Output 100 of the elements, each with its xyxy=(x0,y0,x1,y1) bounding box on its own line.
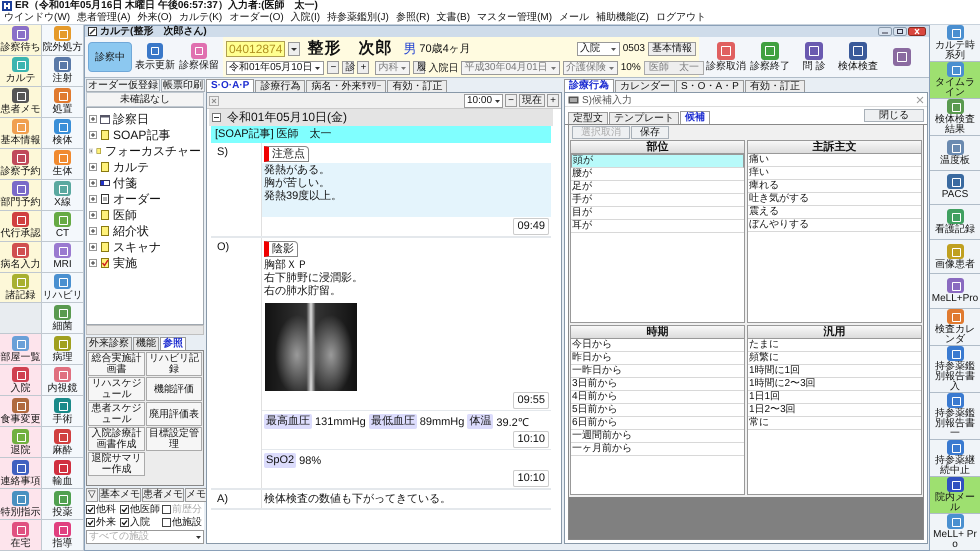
menu-item[interactable]: 患者管理(A) xyxy=(77,12,130,24)
list-item[interactable]: 一週間前から xyxy=(571,430,744,443)
expander-icon[interactable] xyxy=(89,258,97,266)
filter-checkbox[interactable]: 他医師 xyxy=(120,503,162,516)
launcher-button[interactable]: 診察待ち xyxy=(0,25,42,56)
list-item[interactable]: 足が xyxy=(571,181,744,194)
dialog-tab[interactable]: 候補 xyxy=(680,111,710,124)
view-tab[interactable]: カレンダー xyxy=(615,80,675,92)
close-button[interactable] xyxy=(908,27,926,36)
filter-checkbox[interactable]: 他科 xyxy=(86,503,120,516)
list-item[interactable]: 1日2〜3回 xyxy=(748,404,921,417)
shortcut-button[interactable]: 機能評価 xyxy=(146,377,202,401)
launcher-button[interactable]: 内視鏡 xyxy=(42,365,84,396)
view-tab[interactable]: S・O・A・P xyxy=(676,80,744,92)
list-item[interactable]: 頻繁に xyxy=(748,352,921,365)
list-item[interactable]: 震える xyxy=(748,206,921,219)
launcher-button[interactable]: X線 xyxy=(42,180,84,211)
launcher-button[interactable]: 病名入力 xyxy=(0,242,42,273)
expander-icon[interactable] xyxy=(89,146,94,154)
launcher-button[interactable]: MRI xyxy=(42,242,84,273)
expander-icon[interactable] xyxy=(89,226,97,234)
list-item[interactable]: 目が xyxy=(571,207,744,220)
launcher-button[interactable]: リハビリ xyxy=(42,272,84,304)
memo-tab[interactable]: 患者メモ xyxy=(142,488,184,502)
filter-checkbox[interactable]: 外来 xyxy=(86,516,120,529)
launcher-button[interactable]: 検体 xyxy=(42,118,84,149)
list-item[interactable]: ぼんやりする xyxy=(748,219,921,232)
expander-icon[interactable] xyxy=(89,130,97,138)
tree-item[interactable]: 付箋 xyxy=(113,176,137,190)
launcher-button[interactable]: 代行承認 xyxy=(0,210,42,242)
menu-item[interactable]: 持参薬鑑別(J) xyxy=(327,12,389,24)
toolbar-button[interactable]: 診察終了 xyxy=(749,41,791,73)
tree-item[interactable]: フォーカスチャー xyxy=(105,144,201,158)
list-item[interactable]: 一ヶ月前から xyxy=(571,443,744,456)
shortcut-button[interactable]: 退院サマリー作成 xyxy=(88,452,144,476)
tree-item[interactable]: 医師 xyxy=(113,208,137,222)
launcher-button[interactable]: 処置 xyxy=(42,86,84,118)
launcher-button[interactable]: 細菌 xyxy=(42,303,84,334)
list-item[interactable]: 1時間に2〜3回 xyxy=(748,378,921,391)
launcher-button[interactable]: 温度板 xyxy=(930,136,980,171)
close-icon[interactable] xyxy=(916,96,924,104)
launcher-button[interactable]: 指導 xyxy=(42,520,84,551)
memo-tab[interactable]: 基本メモ xyxy=(99,488,141,502)
shortcut-button[interactable]: 廃用評価表 xyxy=(146,402,202,426)
dropdown-button[interactable] xyxy=(288,42,300,56)
menu-item[interactable]: マスター管理(M) xyxy=(477,12,552,24)
visit-date-select[interactable]: 令和01年05月10日 xyxy=(226,60,324,74)
list-item[interactable]: 4日前から xyxy=(571,391,744,404)
shortcut-button[interactable]: 目標設定管理 xyxy=(146,427,202,451)
tree-item[interactable]: スキャナ xyxy=(113,240,161,254)
menu-item[interactable]: 参照(R) xyxy=(396,12,430,24)
next-button[interactable]: + xyxy=(547,94,559,107)
list-item[interactable]: 今日から xyxy=(571,339,744,352)
tree-item[interactable]: オーダー xyxy=(113,192,161,206)
launcher-button[interactable]: 部屋一覧 xyxy=(0,334,42,366)
launcher-button[interactable]: 輸血 xyxy=(42,458,84,490)
next-button[interactable]: + xyxy=(357,61,370,74)
shortcut-button[interactable]: 入院診療計画書作成 xyxy=(88,427,144,451)
close-icon[interactable] xyxy=(209,96,219,106)
list-item[interactable]: 吐き気がする xyxy=(748,193,921,206)
time-select[interactable]: 10:00 xyxy=(464,94,503,108)
launcher-button[interactable]: 基本情報 xyxy=(0,118,42,149)
expander-icon[interactable] xyxy=(89,114,97,122)
launcher-button[interactable]: 看護記録 xyxy=(930,205,980,240)
launcher-button[interactable]: MeLL+ Pro xyxy=(930,514,980,551)
tree-item[interactable]: 紹介状 xyxy=(113,224,149,238)
menu-item[interactable]: ウインドウ(W) xyxy=(4,12,70,24)
tree-item[interactable]: 診察日 xyxy=(113,112,149,126)
dialog-tab[interactable]: テンプレート xyxy=(609,112,679,124)
list-item[interactable]: 痺れる xyxy=(748,180,921,193)
launcher-button[interactable]: CT xyxy=(42,210,84,242)
shortcut-button[interactable]: 患者スケジュール xyxy=(88,402,144,426)
checkbox-icon[interactable] xyxy=(86,518,95,527)
launcher-button[interactable]: 持参薬鑑別報告書一 xyxy=(930,392,980,440)
list-item[interactable]: たまに xyxy=(748,339,921,352)
menu-item[interactable]: カルテ(K) xyxy=(178,12,222,24)
menu-item[interactable]: 文書(B) xyxy=(436,12,470,24)
shortcut-button[interactable]: リハスケジュール xyxy=(88,377,144,401)
maximize-button[interactable] xyxy=(893,27,907,36)
launcher-button[interactable]: 生体 xyxy=(42,148,84,180)
launcher-button[interactable]: 持参薬鑑別報告書入 xyxy=(930,346,980,393)
list-item[interactable]: 3日前から xyxy=(571,378,744,391)
view-tab[interactable]: 診療行為 xyxy=(255,80,306,92)
list-item[interactable]: 6日前から xyxy=(571,417,744,430)
previous-button[interactable]: − xyxy=(327,61,340,74)
expander-icon[interactable] xyxy=(89,162,97,170)
previous-button[interactable]: − xyxy=(505,94,517,107)
basic-info-button[interactable]: 基本情報 xyxy=(648,42,696,56)
launcher-button[interactable]: 特別指示 xyxy=(0,489,42,520)
launcher-button[interactable]: 診察予約 xyxy=(0,148,42,180)
menu-item[interactable]: メール xyxy=(559,12,590,24)
tree-item[interactable]: 実施 xyxy=(113,256,137,270)
memo-tab[interactable]: ▽ xyxy=(86,488,98,502)
panel-button[interactable]: 帳票印刷 xyxy=(161,79,205,92)
now-button[interactable]: 現在 xyxy=(519,94,545,107)
expander-icon[interactable] xyxy=(89,178,97,186)
panel-button[interactable]: オーダー仮登録 xyxy=(86,79,160,92)
list-item[interactable]: 常に xyxy=(748,417,921,430)
launcher-button[interactable]: 麻酔 xyxy=(42,427,84,458)
filter-checkbox[interactable]: 入院 xyxy=(120,516,162,529)
